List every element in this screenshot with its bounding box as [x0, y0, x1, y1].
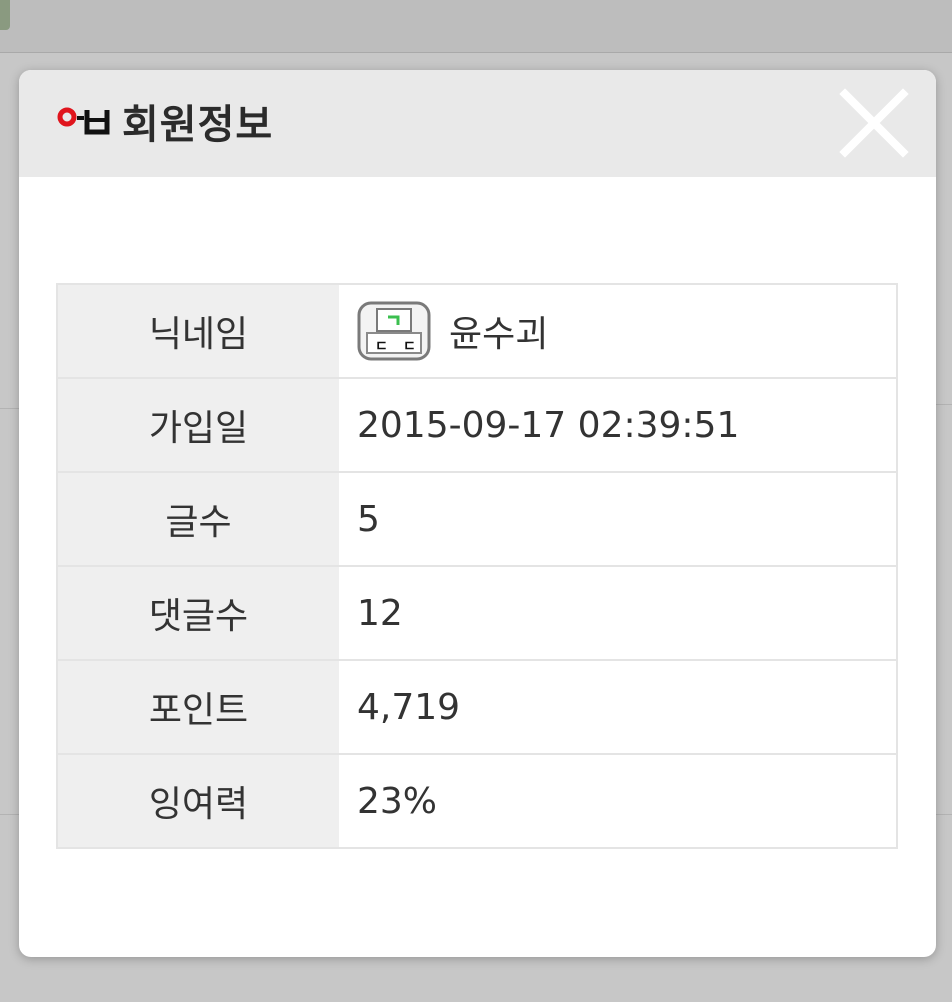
join-date-label: 가입일	[57, 378, 339, 473]
svg-text:ㄷ: ㄷ	[403, 338, 416, 354]
table-row: 닉네임 ㄷ ㄷ 윤수괴	[57, 284, 897, 379]
background-divider	[936, 404, 952, 405]
close-icon[interactable]	[839, 88, 909, 158]
points-value: 4,719	[339, 660, 897, 755]
member-info-modal: 회원정보 닉네임 ㄷ ㄷ 윤수괴 가입일 2015-09-17 02:39:51…	[19, 70, 936, 957]
post-count-label: 글수	[57, 472, 339, 567]
surplus-value: 23%	[357, 780, 438, 822]
comment-count-value: 12	[339, 566, 897, 661]
background-divider	[936, 814, 952, 815]
table-row: 가입일 2015-09-17 02:39:51	[57, 378, 897, 473]
table-row: 댓글수 12	[57, 566, 897, 661]
nickname-value: 윤수괴	[449, 314, 549, 355]
modal-title: 회원정보	[122, 102, 274, 148]
background-divider	[0, 814, 20, 815]
surplus-label: 잉여력	[57, 754, 339, 848]
post-count-value: 5	[339, 472, 897, 567]
table-row: 글수 5	[57, 472, 897, 567]
points-label: 포인트	[57, 660, 339, 755]
join-date-value: 2015-09-17 02:39:51	[339, 378, 897, 473]
nickname-label: 닉네임	[57, 284, 339, 379]
svg-text:ㄷ: ㄷ	[375, 338, 388, 354]
background-app-icon	[0, 0, 10, 30]
table-row: 잉여력 23%	[57, 754, 897, 848]
background-top-bar	[0, 0, 952, 53]
background-divider	[0, 408, 20, 409]
member-icon	[57, 107, 110, 135]
member-info-table: 닉네임 ㄷ ㄷ 윤수괴 가입일 2015-09-17 02:39:51 글수 5…	[56, 283, 898, 849]
modal-header: 회원정보	[19, 70, 936, 177]
comment-count-label: 댓글수	[57, 566, 339, 661]
nickname-cell: ㄷ ㄷ 윤수괴	[339, 284, 897, 379]
level-icon: ㄷ ㄷ	[357, 301, 431, 361]
table-row: 포인트 4,719	[57, 660, 897, 755]
